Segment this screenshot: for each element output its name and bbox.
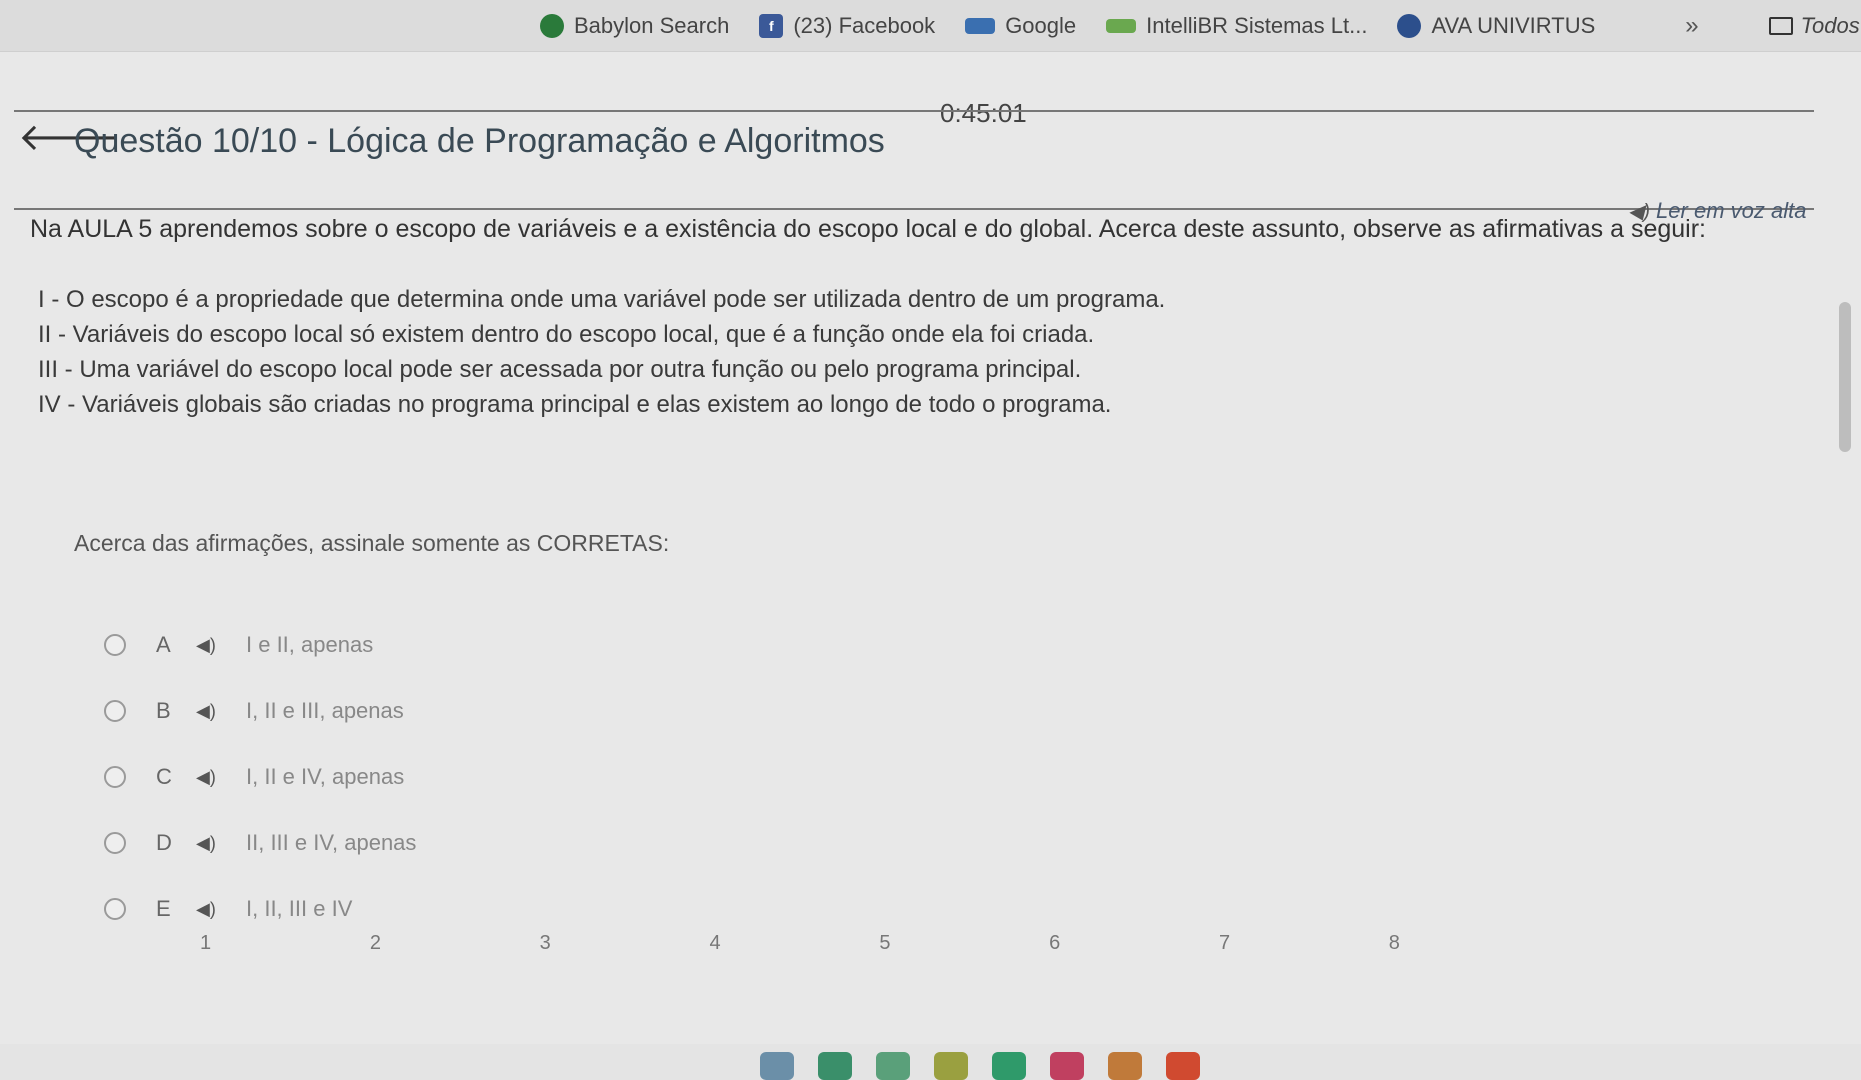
- chrome-icon[interactable]: [1166, 1052, 1200, 1080]
- page-scrollbar[interactable]: [1839, 302, 1851, 452]
- babylon-icon: [540, 13, 564, 38]
- taskbar-app-icon[interactable]: [1050, 1052, 1084, 1080]
- speaker-icon[interactable]: ◀): [196, 833, 246, 854]
- option-text: I, II, III e IV: [246, 896, 353, 921]
- intellibr-icon: [1106, 18, 1137, 33]
- taskbar-app-icon[interactable]: [818, 1052, 852, 1080]
- speaker-icon[interactable]: ◀): [196, 767, 246, 788]
- bookmark-label: IntelliBR Sistemas Lt...: [1146, 12, 1368, 38]
- bookmark-label: Babylon Search: [574, 12, 730, 38]
- speaker-icon[interactable]: ◀): [196, 635, 246, 656]
- option-d[interactable]: D ◀) II, III e IV, apenas: [104, 810, 416, 876]
- bookmarks-more-button[interactable]: »: [1685, 12, 1698, 40]
- option-b[interactable]: B ◀) I, II e III, apenas: [104, 678, 416, 744]
- taskbar-app-icon[interactable]: [934, 1052, 968, 1080]
- facebook-icon: f: [759, 13, 784, 38]
- question-title: Questão 10/10 - Lógica de Programação e …: [74, 122, 885, 160]
- question-statement: Na AULA 5 aprendemos sobre o escopo de v…: [30, 215, 1706, 243]
- option-text: I e II, apenas: [246, 632, 374, 657]
- bookmark-google[interactable]: Google: [965, 13, 1076, 39]
- option-letter: A: [156, 632, 171, 657]
- page-number[interactable]: 3: [540, 932, 551, 955]
- option-text: I, II e III, apenas: [246, 698, 404, 723]
- question-page: 0:45:01 🡐 Questão 10/10 - Lógica de Prog…: [0, 52, 1861, 1080]
- option-a[interactable]: A ◀) I e II, apenas: [104, 612, 416, 678]
- bookmark-babylon[interactable]: Babylon Search: [540, 13, 729, 39]
- option-letter: C: [156, 764, 172, 789]
- assertion-item: IV - Variáveis globais são criadas no pr…: [38, 391, 1112, 418]
- question-pager: 1 2 3 4 5 6 7 8: [200, 932, 1400, 955]
- google-icon: [965, 17, 996, 34]
- assertion-item: III - Uma variável do escopo local pode …: [38, 356, 1082, 383]
- speaker-icon[interactable]: ◀): [196, 899, 246, 920]
- bookmark-ava-univirtus[interactable]: AVA UNIVIRTUS: [1397, 13, 1595, 39]
- page-number[interactable]: 6: [1049, 932, 1060, 955]
- taskbar-app-icon[interactable]: [876, 1052, 910, 1080]
- option-text: I, II e IV, apenas: [246, 764, 405, 789]
- radio-button[interactable]: [104, 634, 126, 656]
- folder-label: Todos os favor: [1800, 12, 1861, 38]
- radio-button[interactable]: [104, 766, 126, 788]
- taskbar-app-icon[interactable]: [992, 1052, 1026, 1080]
- bookmark-label: (23) Facebook: [793, 12, 936, 38]
- page-number[interactable]: 1: [200, 932, 211, 955]
- option-letter: D: [156, 830, 172, 855]
- question-prompt: Acerca das afirmações, assinale somente …: [74, 530, 670, 556]
- option-letter: E: [156, 896, 171, 921]
- page-number[interactable]: 8: [1389, 932, 1400, 955]
- speaker-icon[interactable]: ◀): [196, 701, 246, 722]
- page-number[interactable]: 2: [370, 932, 381, 955]
- option-letter: B: [156, 698, 171, 723]
- option-text: II, III e IV, apenas: [246, 830, 417, 855]
- ava-icon: [1397, 13, 1422, 38]
- taskbar-app-icon[interactable]: [1108, 1052, 1142, 1080]
- bookmarks-bar: Babylon Search f (23) Facebook Google In…: [0, 0, 1861, 52]
- radio-button[interactable]: [104, 700, 126, 722]
- bookmark-label: AVA UNIVIRTUS: [1431, 12, 1596, 38]
- page-number[interactable]: 4: [709, 932, 720, 955]
- bookmark-intellibr[interactable]: IntelliBR Sistemas Lt...: [1106, 13, 1367, 39]
- bookmark-label: Google: [1005, 12, 1077, 38]
- option-c[interactable]: C ◀) I, II e IV, apenas: [104, 744, 416, 810]
- radio-button[interactable]: [104, 898, 126, 920]
- taskbar: [760, 1052, 1200, 1080]
- page-number[interactable]: 5: [879, 932, 890, 955]
- assertion-item: I - O escopo é a propriedade que determi…: [38, 286, 1166, 313]
- bookmark-facebook[interactable]: f (23) Facebook: [759, 13, 935, 39]
- answer-options: A ◀) I e II, apenas B ◀) I, II e III, ap…: [104, 612, 416, 942]
- assertion-item: II - Variáveis do escopo local só existe…: [38, 321, 1095, 348]
- taskbar-app-icon[interactable]: [760, 1052, 794, 1080]
- page-number[interactable]: 7: [1219, 932, 1230, 955]
- radio-button[interactable]: [104, 832, 126, 854]
- bookmark-folder-all[interactable]: Todos os favor: [1768, 12, 1861, 39]
- folder-icon: [1768, 16, 1793, 35]
- assertions-list: I - O escopo é a propriedade que determi…: [38, 282, 1165, 422]
